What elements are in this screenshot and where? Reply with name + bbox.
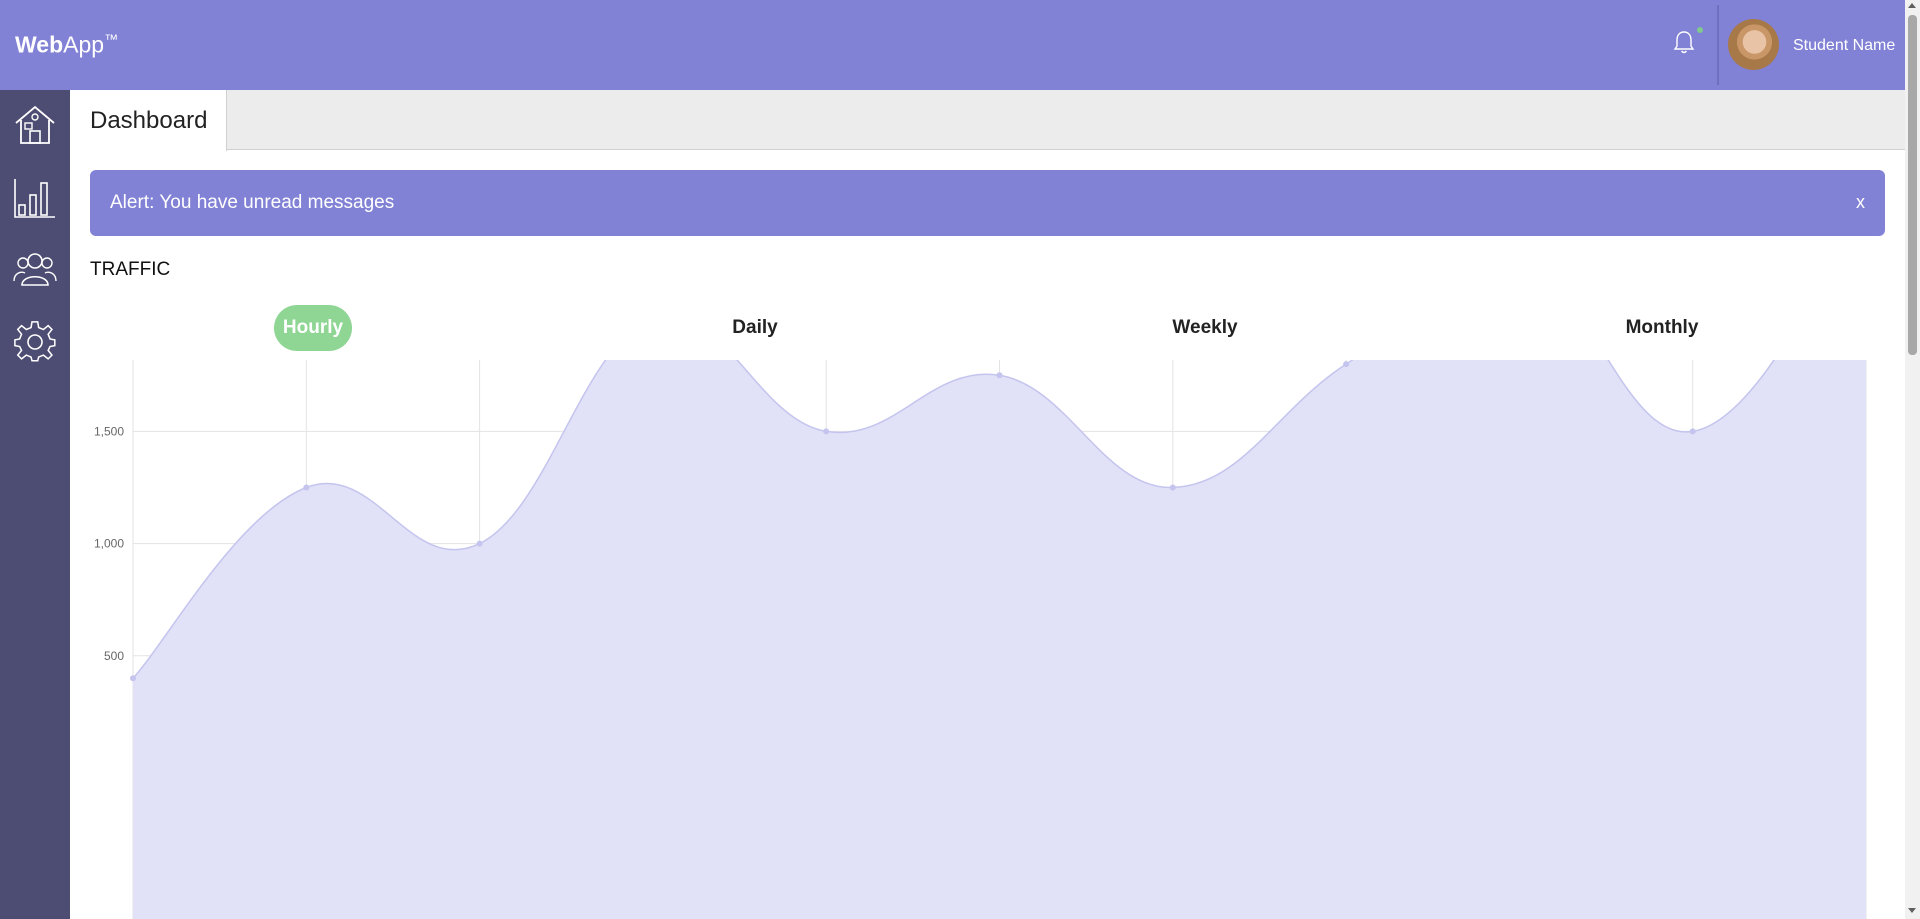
alert-banner: Alert: You have unread messages x [90, 170, 1885, 236]
tab-bar: Dashboard [70, 90, 1905, 151]
bar-chart-icon[interactable] [13, 175, 57, 219]
header-divider [1717, 5, 1719, 85]
alert-label: Alert: [110, 192, 155, 213]
sidebar [0, 90, 70, 919]
alert-message: You have unread messages [159, 192, 395, 213]
y-tick-label: 1,000 [94, 537, 124, 551]
traffic-title: TRAFFIC [90, 259, 171, 280]
logo-trademark: ™ [104, 31, 119, 47]
traffic-chart: 5001,0001,5002,0002,500 [94, 360, 1867, 919]
users-icon[interactable] [13, 247, 57, 291]
period-daily-button[interactable]: Daily [710, 305, 800, 351]
app-logo[interactable]: WebApp™ [15, 31, 118, 59]
data-point [996, 372, 1003, 379]
data-point [1343, 361, 1350, 368]
main-content: Dashboard Alert: You have unread message… [70, 90, 1905, 919]
data-point [130, 675, 136, 682]
logo-rest-text: App [63, 31, 105, 58]
settings-gear-icon[interactable] [13, 319, 57, 363]
data-point [303, 484, 310, 491]
period-hourly-button[interactable]: Hourly [274, 305, 352, 351]
period-monthly-button[interactable]: Monthly [1607, 305, 1717, 351]
bell-icon[interactable] [1672, 30, 1696, 56]
period-weekly-button[interactable]: Weekly [1155, 305, 1255, 351]
scroll-down-arrow-icon[interactable] [1908, 908, 1916, 913]
y-tick-label: 1,500 [94, 424, 124, 438]
scroll-up-arrow-icon[interactable] [1908, 3, 1916, 8]
user-name[interactable]: Student Name [1793, 37, 1895, 55]
data-point [823, 428, 830, 435]
notification-dot [1697, 27, 1703, 33]
data-point [1689, 428, 1696, 435]
logo-bold-text: Web [15, 31, 64, 58]
data-point [476, 540, 483, 547]
top-header: WebApp™ Student Name [0, 0, 1905, 90]
home-icon[interactable] [13, 103, 57, 147]
alert-close-button[interactable]: x [1856, 192, 1865, 213]
data-point [1169, 484, 1176, 491]
tab-dashboard[interactable]: Dashboard [70, 90, 227, 151]
y-tick-label: 500 [104, 649, 124, 663]
traffic-area-fill [133, 360, 1866, 919]
scrollbar-thumb[interactable] [1908, 15, 1917, 355]
user-avatar[interactable] [1728, 19, 1779, 70]
